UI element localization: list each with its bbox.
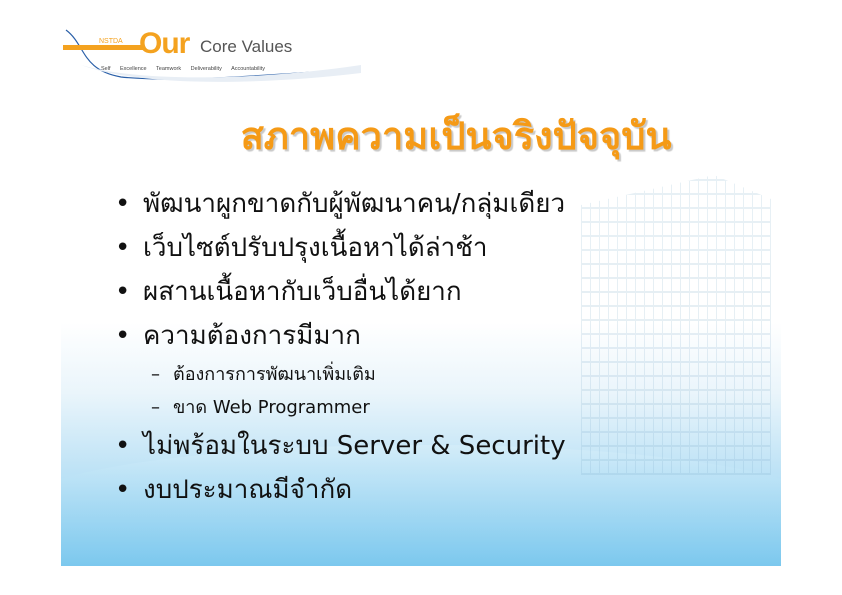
page: NSTDA Our Core Values Self Excellence Te… bbox=[0, 0, 842, 595]
our-core-values-logo: NSTDA Our Core Values Self Excellence Te… bbox=[61, 25, 361, 85]
slide: NSTDA Our Core Values Self Excellence Te… bbox=[61, 25, 781, 566]
slide-title: สภาพความเป็นจริงปัจจุบัน bbox=[240, 114, 672, 158]
bullet-item: ไม่พร้อมในระบบ Server & Security bbox=[113, 424, 566, 468]
logo-values: Self Excellence Teamwork Deliverability … bbox=[101, 66, 265, 72]
background-building-image bbox=[581, 175, 771, 475]
value-item: Self Excellence bbox=[101, 66, 147, 72]
logo-bar bbox=[63, 45, 143, 50]
sub-bullet-item: ขาด Web Programmer bbox=[113, 391, 566, 424]
logo-our: Our bbox=[139, 27, 190, 60]
value-item: Teamwork bbox=[156, 66, 182, 72]
bullet-item: พัฒนาผูกขาดกับผู้พัฒนาคน/กลุ่มเดียว bbox=[113, 182, 566, 226]
value-item: Accountability bbox=[231, 66, 265, 72]
sub-bullet-item: ต้องการการพัฒนาเพิ่มเติม bbox=[113, 358, 566, 391]
logo-core-values: Core Values bbox=[200, 37, 293, 56]
bullet-list: พัฒนาผูกขาดกับผู้พัฒนาคน/กลุ่มเดียว เว็บ… bbox=[113, 182, 566, 512]
bullet-item: ความต้องการมีมาก bbox=[113, 314, 566, 358]
bullet-item: เว็บไซต์ปรับปรุงเนื้อหาได้ล่าช้า bbox=[113, 226, 566, 270]
bullet-item: งบประมาณมีจำกัด bbox=[113, 468, 566, 512]
value-item: Deliverability bbox=[190, 66, 222, 72]
bullet-item: ผสานเนื้อหากับเว็บอื่นได้ยาก bbox=[113, 270, 566, 314]
logo-org: NSTDA bbox=[99, 38, 123, 45]
